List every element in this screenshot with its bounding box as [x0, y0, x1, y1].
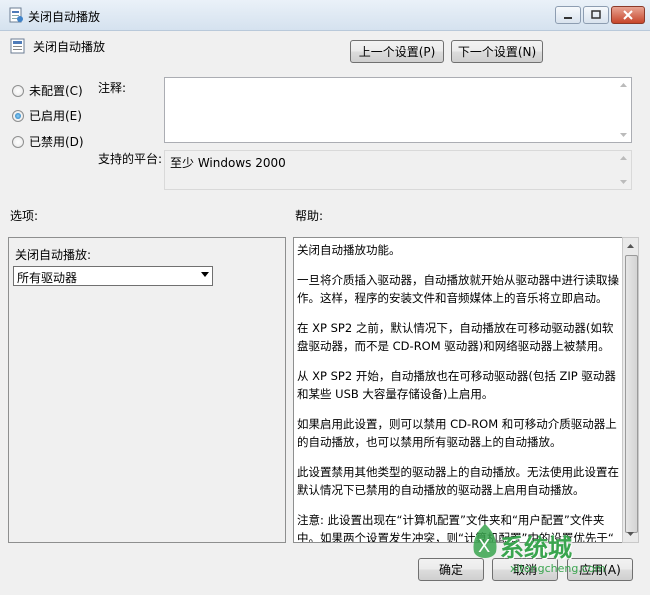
radio-not-configured-circle[interactable]	[12, 84, 24, 97]
comment-scroll-arrows-icon	[620, 83, 627, 137]
radio-not-configured-label: 未配置(C)	[29, 84, 83, 98]
watermark-logo-icon: X	[473, 524, 497, 558]
svg-text:X: X	[478, 536, 490, 557]
help-paragraph: 此设置禁用其他类型的驱动器上的自动播放。无法使用此设置在默认情况下已禁用的自动播…	[297, 465, 619, 497]
dropdown-arrow-icon[interactable]	[201, 272, 209, 277]
comment-label: 注释:	[98, 81, 127, 95]
window-title: 关闭自动播放	[28, 10, 101, 24]
supported-platform-label: 支持的平台:	[98, 152, 163, 166]
previous-setting-button[interactable]: 上一个设置(P)	[350, 40, 444, 63]
watermark-url: xitongcheng.com	[510, 562, 606, 575]
help-paragraph: 从 XP SP2 开始，自动播放也在可移动驱动器(包括 ZIP 驱动器和某些 U…	[297, 369, 616, 401]
radio-enabled[interactable]: 已启用(E)	[12, 107, 82, 124]
maximize-button[interactable]	[583, 6, 609, 24]
policy-settings-icon	[9, 7, 23, 23]
setting-icon	[10, 38, 25, 54]
watermark-text: 系统城	[500, 534, 572, 562]
scroll-up-icon[interactable]	[623, 238, 638, 255]
radio-enabled-circle[interactable]	[12, 109, 24, 122]
comment-input[interactable]	[164, 77, 632, 143]
help-paragraph: 在 XP SP2 之前，默认情况下，自动播放在可移动驱动器(如软盘驱动器，而不是…	[297, 321, 614, 353]
disable-autoplay-label: 关闭自动播放:	[15, 248, 92, 262]
next-setting-button[interactable]: 下一个设置(N)	[451, 40, 543, 63]
minimize-button[interactable]	[555, 6, 581, 24]
help-text: 关闭自动播放功能。 一旦将介质插入驱动器，自动播放就开始从驱动器中进行读取操作。…	[297, 241, 619, 542]
radio-disabled-label: 已禁用(D)	[29, 135, 84, 149]
radio-not-configured[interactable]: 未配置(C)	[12, 82, 83, 99]
comment-scrollbar[interactable]	[615, 78, 632, 142]
radio-disabled[interactable]: 已禁用(D)	[12, 133, 84, 150]
scroll-down-icon[interactable]	[623, 525, 638, 542]
minimize-icon	[564, 17, 572, 19]
options-section-label: 选项:	[10, 209, 39, 223]
help-paragraph: 一旦将介质插入驱动器，自动播放就开始从驱动器中进行读取操作。这样，程序的安装文件…	[297, 273, 619, 305]
help-section-label: 帮助:	[295, 209, 324, 223]
close-button[interactable]	[611, 6, 645, 24]
help-scroll-thumb[interactable]	[625, 255, 638, 533]
radio-enabled-label: 已启用(E)	[29, 109, 82, 123]
supported-platform-value: 至少 Windows 2000	[170, 156, 286, 170]
close-icon	[623, 10, 633, 20]
maximize-icon	[591, 10, 601, 19]
platform-scroll-arrows-icon	[620, 156, 627, 184]
platform-scrollbar[interactable]	[615, 151, 632, 189]
help-paragraph: 关闭自动播放功能。	[297, 243, 401, 257]
help-paragraph: 如果启用此设置，则可以禁用 CD-ROM 和可移动介质驱动器上的自动播放，也可以…	[297, 417, 617, 449]
setting-title: 关闭自动播放	[33, 40, 106, 54]
help-panel: 关闭自动播放功能。 一旦将介质插入驱动器，自动播放就开始从驱动器中进行读取操作。…	[293, 237, 623, 543]
drive-select-value: 所有驱动器	[17, 271, 78, 285]
radio-disabled-circle[interactable]	[12, 135, 24, 148]
help-scrollbar[interactable]	[622, 237, 639, 543]
